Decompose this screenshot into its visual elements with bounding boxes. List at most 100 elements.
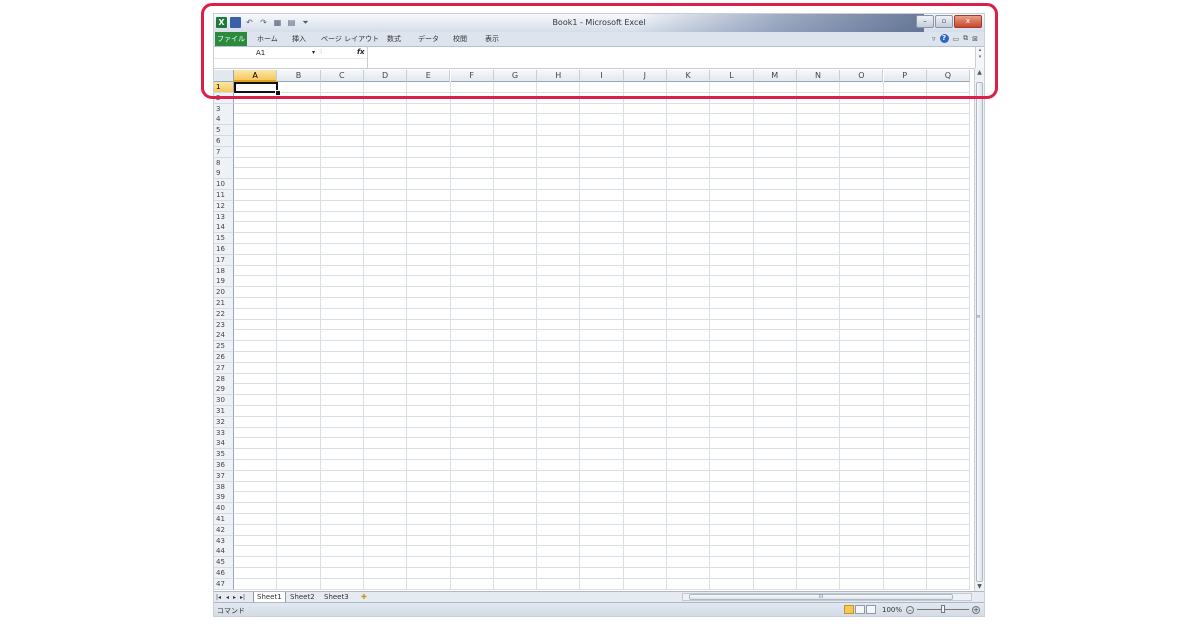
row-header[interactable]: 36 xyxy=(214,460,234,471)
tab-home[interactable]: ホーム xyxy=(257,34,278,44)
tab-page-layout[interactable]: ページ レイアウト xyxy=(321,34,379,44)
scroll-up-icon[interactable]: ▲ xyxy=(975,68,984,77)
row-header[interactable]: 20 xyxy=(214,287,234,299)
row-header[interactable]: 4 xyxy=(214,114,234,126)
sheet-tab-sheet2[interactable]: Sheet2 xyxy=(287,592,318,602)
column-header[interactable]: D xyxy=(363,70,408,82)
vertical-scrollbar[interactable]: ▲ ≡ ▼ xyxy=(974,68,984,591)
column-header[interactable]: F xyxy=(450,70,494,82)
row-header[interactable]: 10 xyxy=(214,179,234,191)
row-header[interactable]: 33 xyxy=(214,427,234,439)
row-header[interactable]: 47 xyxy=(214,578,234,590)
page-layout-view-icon[interactable] xyxy=(854,605,865,614)
row-header[interactable]: 42 xyxy=(214,524,234,536)
row-header[interactable]: 17 xyxy=(214,254,234,266)
row-header[interactable]: 13 xyxy=(214,211,234,223)
insert-sheet-icon[interactable]: ✚ xyxy=(361,592,367,602)
row-header[interactable]: 8 xyxy=(214,157,234,169)
row-header[interactable]: 34 xyxy=(214,438,234,450)
column-header[interactable]: P xyxy=(883,70,927,82)
worksheet-grid[interactable]: A B C D E F G H I J K L M N O P Q 1 2 3 4 5 6 7 8 9 10 11 12 13 14 15 16… xyxy=(214,70,977,591)
row-header[interactable]: 28 xyxy=(214,373,234,385)
tab-formulas[interactable]: 数式 xyxy=(387,34,401,44)
normal-view-icon[interactable] xyxy=(843,605,854,614)
column-header[interactable]: C xyxy=(320,70,364,82)
row-header[interactable]: 45 xyxy=(214,557,234,569)
row-header[interactable]: 24 xyxy=(214,330,234,342)
row-header[interactable]: 11 xyxy=(214,190,234,201)
help-icon[interactable]: ? xyxy=(939,34,949,43)
column-header[interactable]: K xyxy=(667,70,711,82)
zoom-out-icon[interactable]: – xyxy=(906,605,914,614)
row-header[interactable]: 43 xyxy=(214,535,234,547)
row-header[interactable]: 15 xyxy=(214,233,234,245)
row-header[interactable]: 41 xyxy=(214,514,234,525)
row-header[interactable]: 38 xyxy=(214,481,234,493)
vertical-scroll-thumb[interactable] xyxy=(976,82,983,582)
horizontal-scroll-thumb[interactable]: III xyxy=(689,594,953,600)
minimize-ribbon-icon[interactable]: ▿ xyxy=(932,35,936,43)
column-header[interactable]: J xyxy=(623,70,667,82)
row-header[interactable]: 35 xyxy=(214,449,234,461)
row-header[interactable]: 40 xyxy=(214,503,234,515)
zoom-in-icon[interactable]: + xyxy=(972,605,980,614)
close-button[interactable]: x xyxy=(954,15,982,28)
tab-review[interactable]: 校閲 xyxy=(453,34,467,44)
column-header[interactable]: M xyxy=(753,70,797,82)
column-header[interactable]: H xyxy=(537,70,581,82)
column-header[interactable]: B xyxy=(277,70,321,82)
page-break-preview-icon[interactable] xyxy=(865,605,876,614)
row-header[interactable]: 30 xyxy=(214,395,234,407)
row-header[interactable]: 2 xyxy=(214,92,234,104)
column-header[interactable]: A xyxy=(234,70,278,82)
row-header[interactable]: 25 xyxy=(214,341,234,353)
zoom-slider-thumb[interactable] xyxy=(941,605,945,613)
restore-button[interactable]: ▫ xyxy=(935,15,953,28)
row-header[interactable]: 31 xyxy=(214,406,234,417)
column-header[interactable]: O xyxy=(840,70,884,82)
formula-bar-expand-button[interactable]: ▴ ▾ xyxy=(975,47,984,68)
name-box[interactable]: A1 ▾ xyxy=(215,48,319,58)
minimize-button[interactable]: – xyxy=(916,15,934,28)
workbook-window-icon[interactable]: ⧉ xyxy=(963,34,968,43)
row-header[interactable]: 12 xyxy=(214,200,234,212)
row-header[interactable]: 39 xyxy=(214,492,234,504)
row-header[interactable]: 44 xyxy=(214,546,234,558)
row-header[interactable]: 27 xyxy=(214,362,234,374)
sheet-tab-sheet3[interactable]: Sheet3 xyxy=(321,592,352,602)
row-header[interactable]: 18 xyxy=(214,265,234,277)
zoom-slider[interactable] xyxy=(917,605,969,613)
tab-insert[interactable]: 挿入 xyxy=(292,34,306,44)
workbook-close-icon[interactable]: ⊠ xyxy=(972,35,978,43)
row-header[interactable]: 6 xyxy=(214,136,234,147)
column-header[interactable]: L xyxy=(710,70,754,82)
row-header[interactable]: 32 xyxy=(214,416,234,428)
row-header[interactable]: 7 xyxy=(214,146,234,158)
active-cell[interactable] xyxy=(234,82,278,93)
column-header[interactable]: G xyxy=(493,70,538,82)
row-header[interactable]: 29 xyxy=(214,384,234,396)
column-header[interactable]: Q xyxy=(926,70,971,82)
chevron-down-icon[interactable]: ▾ xyxy=(312,48,315,58)
row-header[interactable]: 37 xyxy=(214,470,234,482)
row-header[interactable]: 22 xyxy=(214,308,234,320)
row-header[interactable]: 21 xyxy=(214,298,234,309)
tab-data[interactable]: データ xyxy=(418,34,439,44)
horizontal-scrollbar[interactable]: III xyxy=(682,593,972,601)
column-header[interactable]: N xyxy=(796,70,841,82)
scroll-down-icon[interactable]: ▼ xyxy=(975,582,984,591)
row-header[interactable]: 16 xyxy=(214,244,234,255)
row-header[interactable]: 1 xyxy=(214,82,234,93)
row-header[interactable]: 46 xyxy=(214,568,234,579)
fill-handle[interactable] xyxy=(275,90,281,96)
insert-function-icon[interactable]: fx xyxy=(357,48,365,56)
formula-input[interactable] xyxy=(368,47,976,68)
row-header[interactable]: 14 xyxy=(214,222,234,234)
row-header[interactable]: 23 xyxy=(214,319,234,331)
row-header[interactable]: 19 xyxy=(214,276,234,288)
column-header[interactable]: I xyxy=(580,70,624,82)
tab-view[interactable]: 表示 xyxy=(485,34,499,44)
workbook-restore-icon[interactable]: ▭ xyxy=(953,35,960,43)
column-header[interactable]: E xyxy=(407,70,451,82)
row-header[interactable]: 3 xyxy=(214,103,234,115)
